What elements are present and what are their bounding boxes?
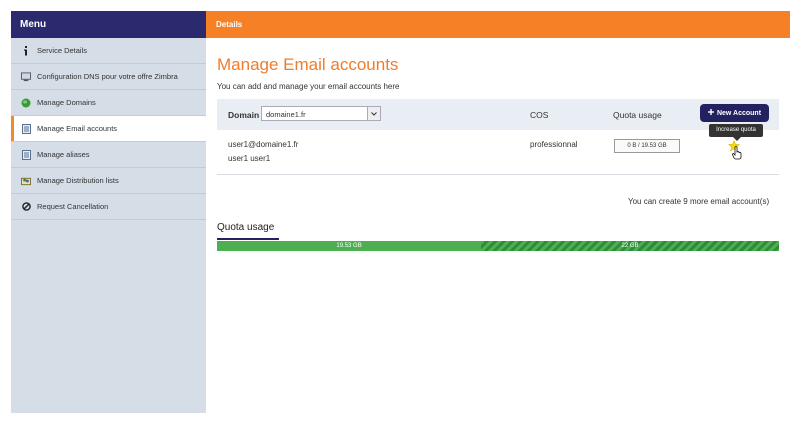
sidebar-header: Menu [11,11,206,38]
sidebar-item-label: Manage Distribution lists [37,176,119,185]
cancel-icon [21,202,31,212]
sidebar-item-manage-email-accounts[interactable]: Manage Email accounts [11,116,206,142]
quota-heading-underline [217,238,279,240]
info-icon [21,45,31,56]
monitor-icon [21,71,31,82]
sidebar-item-manage-domains[interactable]: Manage Domains [11,90,206,116]
sidebar-item-distribution-lists[interactable]: Manage Distribution lists [11,168,206,194]
sidebar-item-label: Request Cancellation [37,202,109,211]
domain-label: Domain [228,110,260,120]
quota-header: Quota usage [613,110,662,120]
account-cos: professionnal [530,140,578,149]
increase-quota-tooltip: Increase quota [709,124,763,141]
document-icon [21,123,31,134]
more-accounts-text: You can create 9 more email account(s) [628,197,770,206]
plus-icon [707,109,714,117]
domain-select[interactable]: domaine1.fr [261,106,381,121]
sidebar: Menu Service Details Configuration DNS p… [11,11,206,413]
page-subtitle: You can add and manage your email accoun… [217,82,400,91]
hand-cursor-icon [732,146,742,160]
sidebar-item-request-cancellation[interactable]: Request Cancellation [11,194,206,220]
account-email[interactable]: user1@domaine1.fr [228,140,298,149]
table-header: Domain domaine1.fr COS Quota usage New A… [217,99,779,130]
globe-icon [21,98,31,108]
details-bar: Details [206,11,790,38]
account-name: user1 user1 [228,154,271,163]
document-icon [21,149,31,160]
sidebar-item-label: Manage aliases [37,150,90,159]
sidebar-item-label: Manage Email accounts [37,124,118,133]
sidebar-item-manage-aliases[interactable]: Manage aliases [11,142,206,168]
domain-select-value: domaine1.fr [266,110,306,119]
quota-free-segment: 22 GB [481,241,779,251]
table-row: user1@domaine1.fr user1 user1 profession… [217,130,779,175]
sidebar-item-dns-config[interactable]: Configuration DNS pour votre offre Zimbr… [11,64,206,90]
new-account-label: New Account [716,109,762,117]
page-title: Manage Email accounts [217,55,399,74]
quota-usage-bar: 19.53 GB 22 GB [217,241,779,251]
chevron-down-icon [367,107,380,120]
cos-header: COS [530,110,549,120]
quota-used-segment: 19.53 GB [217,241,482,251]
sidebar-item-label: Manage Domains [37,98,96,107]
quota-usage-heading: Quota usage [217,222,275,233]
sidebar-item-label: Service Details [37,46,88,55]
sidebar-item-service-details[interactable]: Service Details [11,38,206,64]
new-account-button[interactable]: New Account [700,104,769,122]
group-icon [21,176,31,186]
sidebar-item-label: Configuration DNS pour votre offre Zimbr… [37,72,178,81]
account-quota: 0 B / 19.53 GB [614,139,680,153]
